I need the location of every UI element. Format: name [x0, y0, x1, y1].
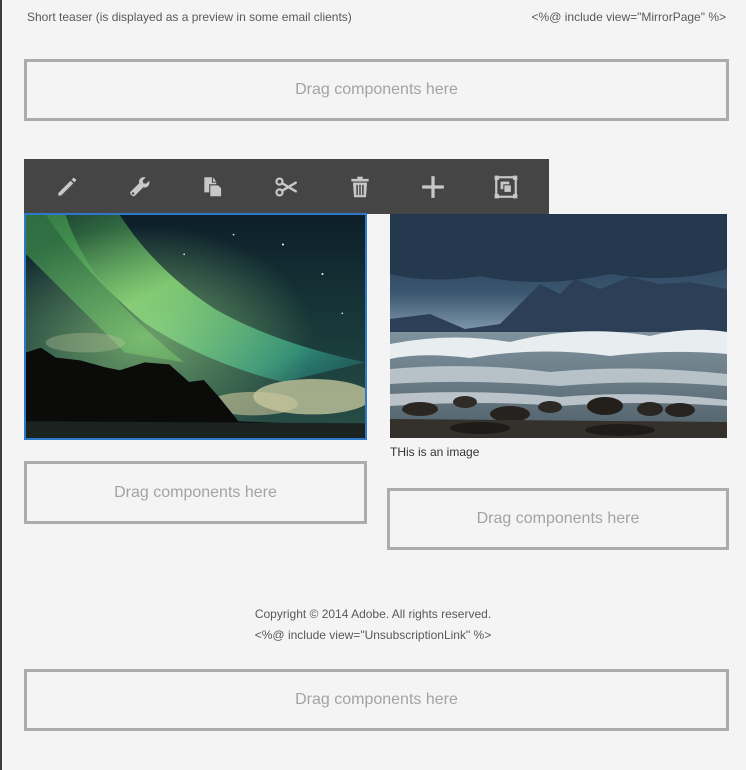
window-left-edge	[0, 0, 2, 770]
configure-button[interactable]	[123, 170, 157, 204]
short-teaser-text: Short teaser (is displayed as a preview …	[27, 10, 352, 24]
dropzone-label: Drag components here	[295, 691, 458, 708]
dropzone-left-column[interactable]: Drag components here	[24, 461, 367, 524]
wrench-icon	[130, 176, 150, 196]
dropzone-label: Drag components here	[295, 81, 458, 98]
scissors-icon	[275, 176, 298, 197]
layout-button[interactable]	[489, 170, 523, 204]
trash-icon	[351, 176, 369, 197]
component-toolbar	[24, 159, 549, 214]
stormy-sea-image[interactable]	[390, 214, 727, 438]
plus-icon	[422, 175, 444, 198]
dropzone-label: Drag components here	[476, 510, 640, 527]
northern-lights-image[interactable]	[24, 213, 367, 440]
unsubscription-include: <%@ include view="UnsubscriptionLink" %>	[254, 628, 492, 642]
copy-icon	[204, 176, 223, 197]
image-caption: THis is an image	[390, 445, 480, 459]
cut-button[interactable]	[269, 170, 303, 204]
dropzone-label: Drag components here	[114, 483, 277, 501]
sea-picture	[390, 214, 727, 438]
edit-button[interactable]	[50, 170, 84, 204]
insert-button[interactable]	[416, 170, 450, 204]
layout-icon	[494, 175, 518, 198]
dropzone-bottom[interactable]: Drag components here	[24, 669, 729, 731]
dropzone-top[interactable]: Drag components here	[24, 59, 729, 121]
copy-button[interactable]	[196, 170, 230, 204]
dropzone-right-column[interactable]: Drag components here	[387, 488, 729, 550]
aurora-picture	[26, 215, 365, 438]
delete-button[interactable]	[343, 170, 377, 204]
mirror-page-include: <%@ include view="MirrorPage" %>	[531, 10, 726, 24]
copyright-text: Copyright © 2014 Adobe. All rights reser…	[254, 607, 492, 621]
pencil-icon	[57, 177, 76, 196]
